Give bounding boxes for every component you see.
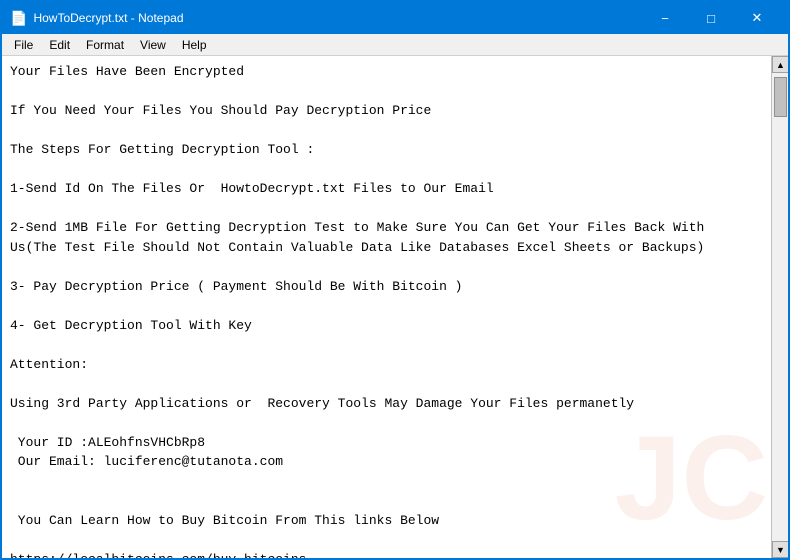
menu-bar: File Edit Format View Help — [2, 34, 788, 56]
vertical-scrollbar[interactable]: ▲ ▼ — [771, 56, 788, 558]
minimize-button[interactable]: − — [642, 2, 688, 34]
app-icon: 📄 — [10, 10, 27, 27]
window-title: HowToDecrypt.txt - Notepad — [33, 11, 183, 25]
title-bar-controls: − □ ✕ — [642, 2, 780, 34]
menu-format[interactable]: Format — [78, 34, 132, 56]
menu-edit[interactable]: Edit — [41, 34, 78, 56]
maximize-button[interactable]: □ — [688, 2, 734, 34]
title-bar: 📄 HowToDecrypt.txt - Notepad − □ ✕ — [2, 2, 788, 34]
close-button[interactable]: ✕ — [734, 2, 780, 34]
scroll-down-arrow[interactable]: ▼ — [772, 541, 788, 558]
scroll-up-arrow[interactable]: ▲ — [772, 56, 788, 73]
menu-help[interactable]: Help — [174, 34, 215, 56]
menu-view[interactable]: View — [132, 34, 174, 56]
notepad-window: 📄 HowToDecrypt.txt - Notepad − □ ✕ File … — [0, 0, 790, 560]
title-bar-left: 📄 HowToDecrypt.txt - Notepad — [10, 10, 184, 27]
menu-file[interactable]: File — [6, 34, 41, 56]
scroll-thumb[interactable] — [774, 77, 787, 117]
content-area: Your Files Have Been Encrypted If You Ne… — [2, 56, 788, 558]
text-editor[interactable]: Your Files Have Been Encrypted If You Ne… — [2, 56, 771, 558]
scroll-track[interactable] — [772, 73, 788, 541]
